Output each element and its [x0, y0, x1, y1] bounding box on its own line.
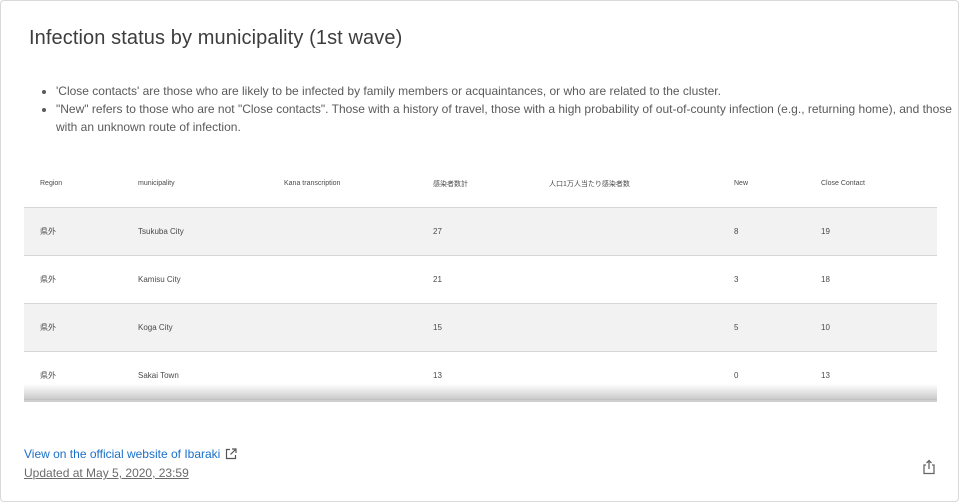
column-header-per10k[interactable]: 人口1万人当たり感染者数 — [533, 160, 718, 208]
cell-close-contact: 18 — [805, 255, 937, 304]
cell-kana — [268, 207, 417, 256]
cell-per10k — [533, 207, 718, 256]
cell-close-contact: 19 — [805, 207, 937, 256]
cell-municipality: Sakai Town — [122, 351, 268, 400]
table-row: 県外 Sakai Town 13 0 13 — [24, 351, 937, 400]
column-header-kana[interactable]: Kana transcription — [268, 160, 417, 208]
column-header-close-contact[interactable]: Close Contact — [805, 160, 937, 208]
note-close-contacts: 'Close contacts' are those who are likel… — [56, 82, 956, 100]
cell-region: 県外 — [24, 351, 122, 400]
cell-close-contact: 13 — [805, 351, 937, 400]
table-row: 県外 Koga City 15 5 10 — [24, 303, 937, 352]
official-website-link[interactable]: View on the official website of Ibaraki — [24, 447, 237, 461]
municipality-table: Region municipality Kana transcription 感… — [24, 160, 937, 400]
official-website-link-label: View on the official website of Ibaraki — [24, 447, 221, 461]
notes-list: 'Close contacts' are those who are likel… — [39, 82, 956, 136]
cell-kana — [268, 351, 417, 400]
cell-new: 5 — [718, 303, 805, 352]
table-row: 県外 Kamisu City 21 3 18 — [24, 255, 937, 304]
cell-region: 県外 — [24, 207, 122, 256]
external-link-icon — [225, 448, 237, 460]
share-icon — [922, 459, 936, 480]
updated-timestamp: Updated at May 5, 2020, 23:59 — [24, 466, 189, 480]
column-header-region[interactable]: Region — [24, 160, 122, 208]
column-header-infected[interactable]: 感染者数計 — [417, 160, 533, 208]
infection-status-card: Infection status by municipality (1st wa… — [0, 0, 959, 502]
municipality-table-container[interactable]: Region municipality Kana transcription 感… — [24, 160, 937, 402]
column-header-municipality[interactable]: municipality — [122, 160, 268, 208]
cell-per10k — [533, 303, 718, 352]
cell-municipality: Koga City — [122, 303, 268, 352]
card-title: Infection status by municipality (1st wa… — [29, 27, 403, 49]
table-row: 県外 Tsukuba City 27 8 19 — [24, 207, 937, 256]
cell-close-contact: 10 — [805, 303, 937, 352]
cell-per10k — [533, 351, 718, 400]
cell-municipality: Tsukuba City — [122, 207, 268, 256]
column-header-new[interactable]: New — [718, 160, 805, 208]
table-header-row: Region municipality Kana transcription 感… — [24, 160, 937, 208]
cell-infected: 15 — [417, 303, 533, 352]
cell-infected: 27 — [417, 207, 533, 256]
cell-per10k — [533, 255, 718, 304]
cell-municipality: Kamisu City — [122, 255, 268, 304]
cell-kana — [268, 303, 417, 352]
cell-kana — [268, 255, 417, 304]
cell-new: 8 — [718, 207, 805, 256]
cell-region: 県外 — [24, 255, 122, 304]
note-new: "New" refers to those who are not "Close… — [56, 100, 956, 136]
cell-region: 県外 — [24, 303, 122, 352]
cell-infected: 21 — [417, 255, 533, 304]
cell-infected: 13 — [417, 351, 533, 400]
cell-new: 0 — [718, 351, 805, 400]
cell-new: 3 — [718, 255, 805, 304]
share-button[interactable] — [919, 459, 939, 479]
